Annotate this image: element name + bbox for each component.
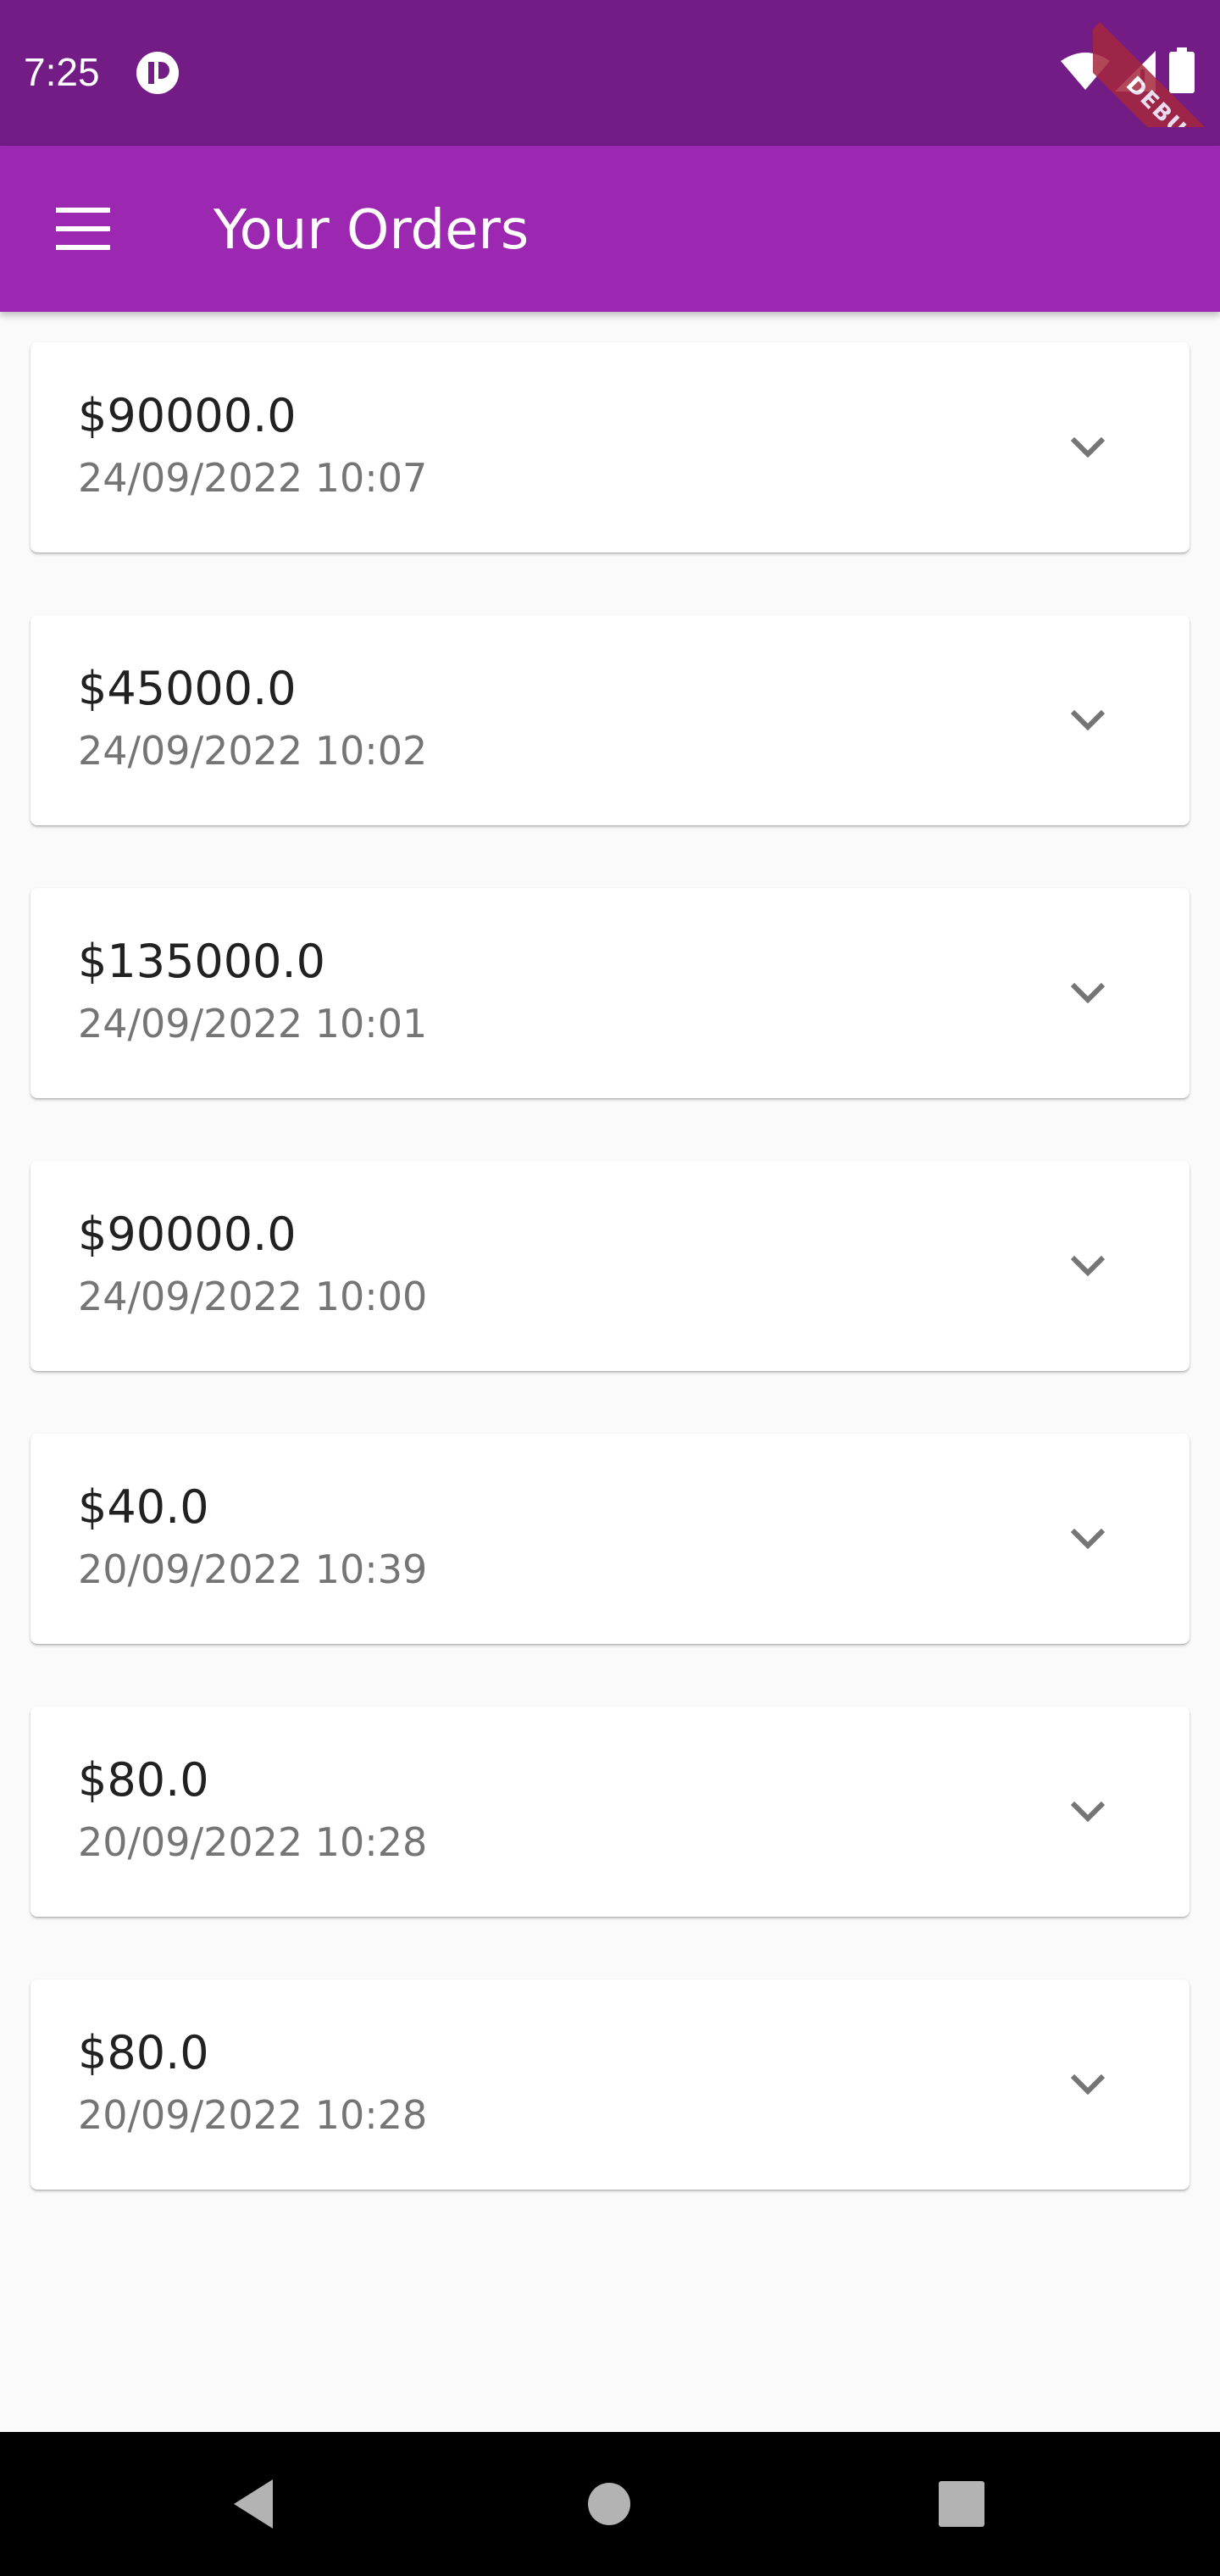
app-bar: Your Orders [0, 146, 1220, 312]
chevron-down-icon[interactable] [1064, 1515, 1112, 1563]
debug-label: DEBUG [1093, 22, 1220, 127]
recents-icon[interactable] [923, 2466, 1000, 2542]
order-date: 24/09/2022 10:01 [78, 1001, 428, 1046]
chevron-down-icon[interactable] [1064, 1242, 1112, 1290]
order-card[interactable]: $135000.0 24/09/2022 10:01 [30, 888, 1190, 1098]
order-amount: $40.0 [78, 1480, 209, 1534]
menu-button[interactable] [47, 198, 119, 259]
page-title: Your Orders [214, 199, 530, 262]
status-time: 7:25 [24, 50, 100, 94]
order-amount: $90000.0 [78, 389, 297, 442]
order-date: 24/09/2022 10:02 [78, 728, 428, 774]
home-icon[interactable] [571, 2466, 647, 2542]
order-card[interactable]: $80.0 20/09/2022 10:28 [30, 1707, 1190, 1917]
order-amount: $45000.0 [78, 662, 297, 715]
order-date: 20/09/2022 10:28 [78, 1819, 428, 1865]
hamburger-menu-icon [56, 208, 110, 250]
system-nav-bar [0, 2432, 1220, 2576]
order-card[interactable]: $80.0 20/09/2022 10:28 [30, 1979, 1190, 2190]
order-date: 24/09/2022 10:07 [78, 455, 428, 501]
status-bar: 7:25 DEBUG [0, 0, 1220, 146]
chevron-down-icon[interactable] [1064, 697, 1112, 744]
order-date: 20/09/2022 10:39 [78, 1546, 428, 1592]
order-card[interactable]: $45000.0 24/09/2022 10:02 [30, 615, 1190, 825]
chevron-down-icon[interactable] [1064, 2061, 1112, 2108]
order-amount: $80.0 [78, 1753, 209, 1807]
order-amount: $80.0 [78, 2026, 209, 2079]
order-date: 24/09/2022 10:00 [78, 1274, 428, 1319]
back-icon[interactable] [217, 2466, 293, 2542]
order-date: 20/09/2022 10:28 [78, 2092, 428, 2138]
order-card[interactable]: $90000.0 24/09/2022 10:07 [30, 342, 1190, 552]
app-notification-icon [136, 52, 179, 94]
debug-banner: DEBUG [1093, 0, 1220, 127]
order-card[interactable]: $40.0 20/09/2022 10:39 [30, 1434, 1190, 1644]
chevron-down-icon[interactable] [1064, 1788, 1112, 1835]
order-amount: $135000.0 [78, 935, 326, 988]
chevron-down-icon[interactable] [1064, 424, 1112, 471]
chevron-down-icon[interactable] [1064, 969, 1112, 1017]
order-amount: $90000.0 [78, 1208, 297, 1261]
order-card[interactable]: $90000.0 24/09/2022 10:00 [30, 1161, 1190, 1371]
